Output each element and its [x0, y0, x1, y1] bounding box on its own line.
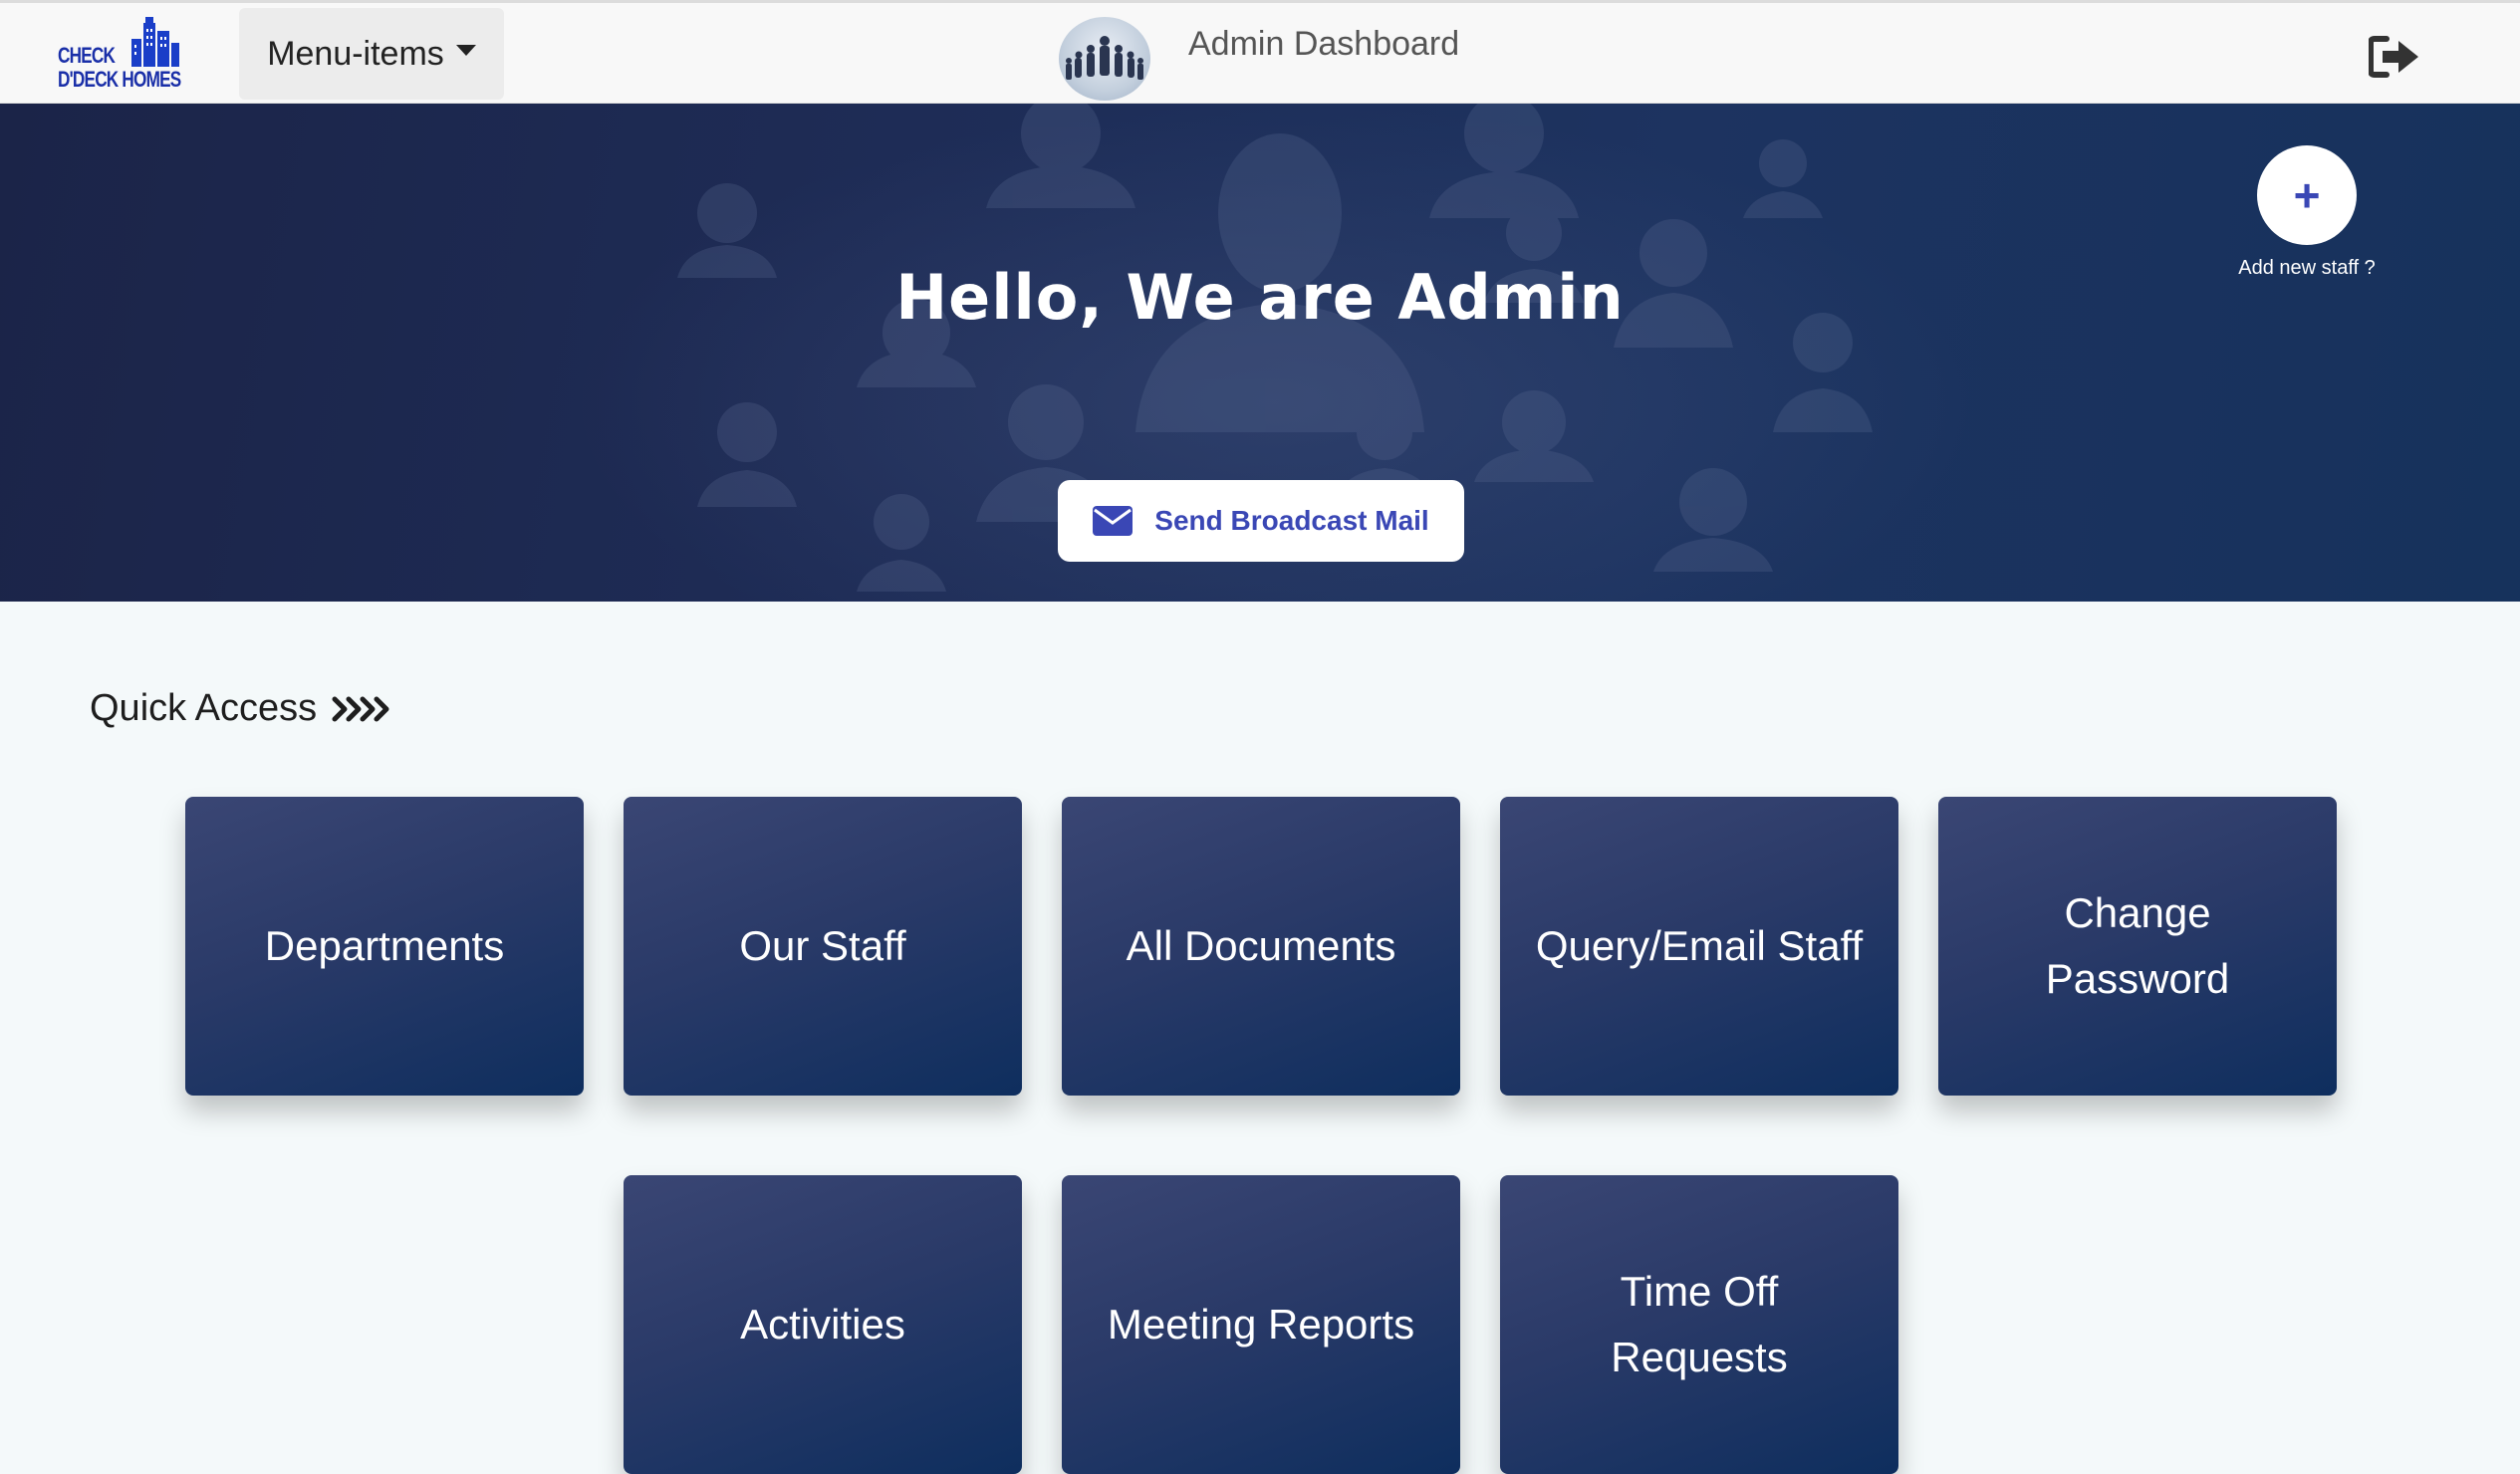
chevrons-right-icon — [332, 696, 389, 721]
send-broadcast-mail-label: Send Broadcast Mail — [1154, 505, 1429, 536]
plus-icon: + — [2293, 169, 2321, 221]
logo-text-homes: D'DECK HOMES — [58, 67, 181, 92]
sign-out-icon — [2368, 36, 2418, 78]
send-broadcast-mail-button[interactable]: Send Broadcast Mail — [1058, 480, 1464, 562]
logout-button[interactable] — [2368, 33, 2420, 81]
group-people-icon — [1066, 36, 1143, 80]
hero-greeting: Hello, We are Admin — [895, 261, 1625, 334]
caret-down-icon — [455, 44, 476, 56]
tile-label: Meeting Reports — [1107, 1301, 1415, 1348]
tile-meeting-reports[interactable]: Meeting Reports — [1062, 1175, 1460, 1474]
tile-activities[interactable]: Activities — [624, 1175, 1022, 1474]
menu-items-label: Menu-items — [267, 34, 444, 73]
tile-time-off-requests[interactable]: Time Off Requests — [1500, 1175, 1898, 1474]
add-new-staff-button[interactable]: + — [2257, 145, 2357, 245]
tile-label: Change Password — [2045, 889, 2230, 1002]
top-navbar: CHECK D'DECK HOMES Menu-items Admin Dash… — [0, 0, 2520, 104]
envelope-icon — [1093, 506, 1134, 536]
tile-label: Our Staff — [739, 922, 906, 969]
tile-label: Query/Email Staff — [1535, 922, 1864, 969]
tile-label: Departments — [264, 922, 505, 969]
tile-label: Activities — [740, 1301, 905, 1348]
add-new-staff-label: Add new staff ? — [2238, 257, 2376, 279]
logo-text-check: CHECK — [58, 43, 116, 68]
tile-query-email-staff[interactable]: Query/Email Staff — [1500, 797, 1898, 1096]
company-logo[interactable]: CHECK D'DECK HOMES — [58, 15, 181, 97]
admin-avatar — [1059, 17, 1150, 101]
tile-label: Time Off Requests — [1611, 1268, 1788, 1380]
hero-banner: Hello, We are Admin Send Broadcast Mail … — [0, 104, 2520, 602]
page-title: Admin Dashboard — [1188, 25, 1460, 63]
tile-departments[interactable]: Departments — [185, 797, 584, 1096]
quick-access-heading: Quick Access — [90, 687, 396, 730]
tile-change-password[interactable]: Change Password — [1938, 797, 2337, 1096]
quick-access-title: Quick Access — [90, 687, 318, 729]
menu-items-dropdown[interactable]: Menu-items — [239, 8, 504, 100]
tile-all-documents[interactable]: All Documents — [1062, 797, 1460, 1096]
tile-our-staff[interactable]: Our Staff — [624, 797, 1022, 1096]
building-logo-icon — [131, 17, 179, 67]
tile-label: All Documents — [1126, 922, 1396, 969]
